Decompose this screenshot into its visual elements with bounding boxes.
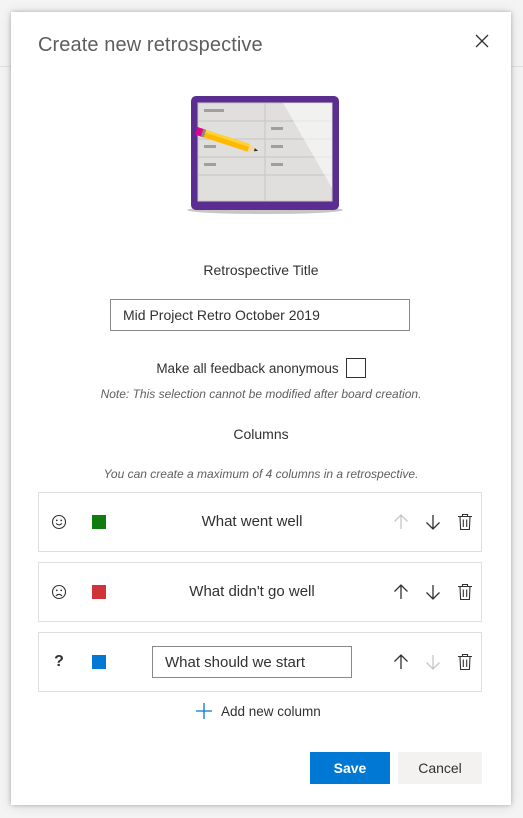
- arrow-down-icon: [426, 655, 440, 670]
- delete-column-button[interactable]: [455, 582, 475, 602]
- dialog-title: Create new retrospective: [38, 34, 263, 56]
- plus-icon: [196, 703, 212, 719]
- column-color-swatch[interactable]: [92, 655, 106, 669]
- save-button[interactable]: Save: [310, 752, 390, 784]
- move-up-button[interactable]: [391, 652, 411, 672]
- columns-label: Columns: [233, 426, 289, 442]
- move-down-button[interactable]: [423, 512, 443, 532]
- move-up-button[interactable]: [391, 582, 411, 602]
- anonymous-feedback-label: Make all feedback anonymous: [156, 360, 339, 376]
- retrospective-title-input[interactable]: [110, 299, 410, 331]
- column-title[interactable]: What didn't go well: [152, 563, 352, 621]
- add-new-column-button[interactable]: Add new column: [195, 702, 321, 720]
- trash-icon: [458, 583, 472, 601]
- question-icon: ?: [54, 653, 64, 670]
- column-title[interactable]: What went well: [152, 493, 352, 551]
- column-icon-button[interactable]: [49, 512, 69, 532]
- arrow-down-icon: [426, 585, 440, 600]
- delete-column-button[interactable]: [455, 512, 475, 532]
- smile-icon: [51, 514, 67, 530]
- column-icon-button[interactable]: [49, 582, 69, 602]
- column-row-went-well: What went well: [38, 492, 482, 552]
- cancel-button[interactable]: Cancel: [398, 752, 482, 784]
- move-down-button[interactable]: [423, 582, 443, 602]
- close-button[interactable]: [471, 30, 493, 52]
- column-icon-button[interactable]: ?: [49, 652, 69, 672]
- move-down-button[interactable]: [423, 652, 443, 672]
- close-icon: [475, 34, 489, 48]
- create-retrospective-dialog: Create new retrospective Retrospective T…: [11, 12, 511, 805]
- column-title-input[interactable]: [152, 646, 352, 678]
- arrow-up-icon: [394, 514, 408, 529]
- anonymous-feedback-checkbox[interactable]: [345, 358, 366, 378]
- column-row-didnt-go-well: What didn't go well: [38, 562, 482, 622]
- arrow-down-icon: [426, 515, 440, 530]
- retrospective-title-label: Retrospective Title: [203, 262, 319, 278]
- arrow-up-icon: [394, 584, 408, 599]
- trash-icon: [458, 653, 472, 671]
- trash-icon: [458, 513, 472, 531]
- column-row-should-start: ?: [38, 632, 482, 692]
- delete-column-button[interactable]: [455, 652, 475, 672]
- anonymous-feedback-row: Make all feedback anonymous: [11, 358, 511, 378]
- column-color-swatch[interactable]: [92, 585, 106, 599]
- retrospective-board-illustration: [187, 96, 343, 214]
- arrow-up-icon: [394, 654, 408, 669]
- anonymous-note: Note: This selection cannot be modified …: [100, 387, 422, 401]
- add-new-column-label: Add new column: [221, 703, 321, 719]
- move-up-button[interactable]: [391, 512, 411, 532]
- frown-icon: [51, 584, 67, 600]
- column-color-swatch[interactable]: [92, 515, 106, 529]
- columns-hint: You can create a maximum of 4 columns in…: [103, 467, 419, 481]
